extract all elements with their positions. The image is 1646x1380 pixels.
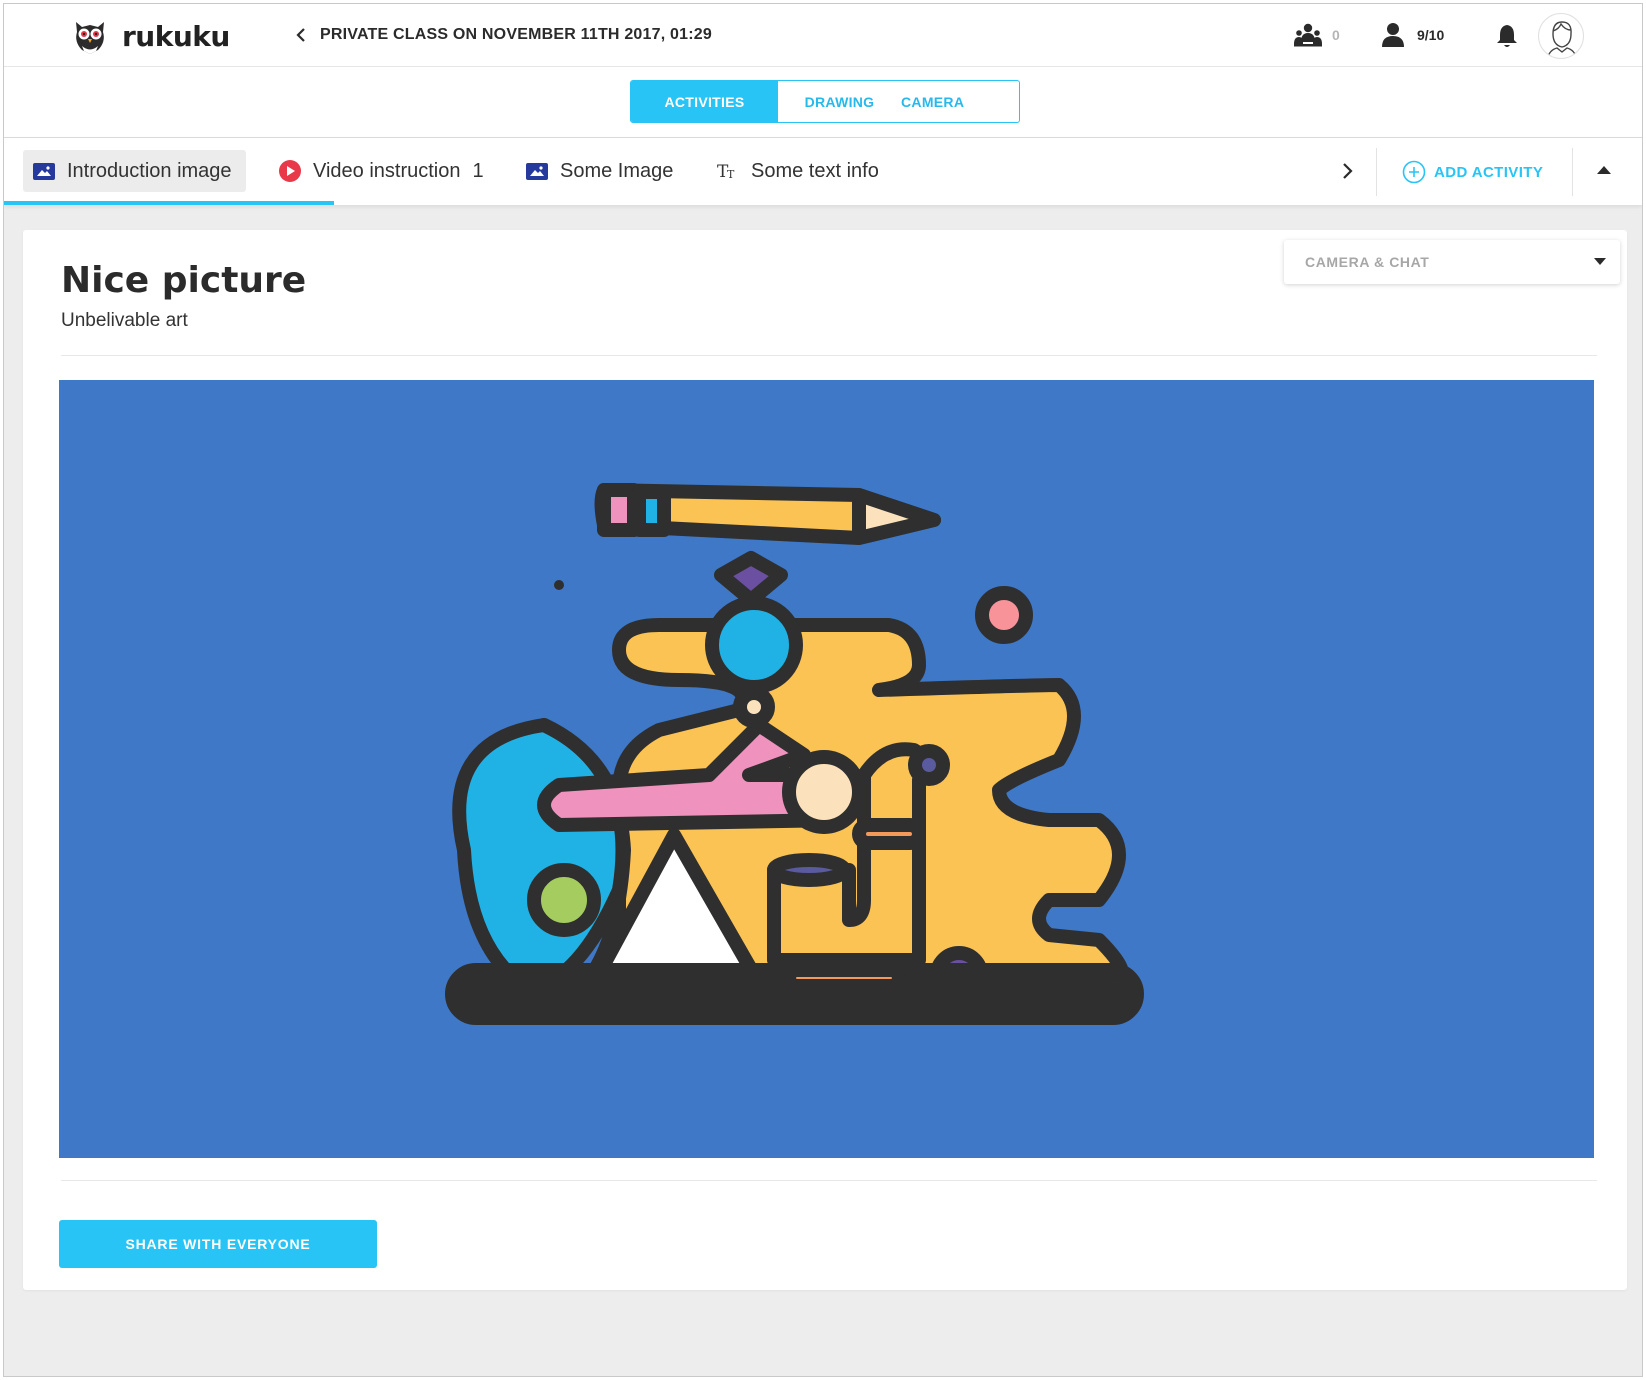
user-avatar[interactable]	[1538, 13, 1584, 59]
play-icon	[279, 160, 301, 182]
owl-logo-icon	[76, 22, 104, 54]
image-icon	[33, 162, 55, 180]
mode-bar: ACTIVITIES DRAWING CAMERA	[4, 67, 1642, 138]
activity-image	[59, 380, 1594, 1158]
svg-text:T: T	[727, 168, 735, 180]
divider	[61, 355, 1597, 356]
divider	[61, 1180, 1597, 1181]
top-bar: rukuku PRIVATE CLASS ON NOVEMBER 11TH 20…	[4, 4, 1642, 67]
add-activity-button[interactable]: ADD ACTIVITY	[1402, 160, 1543, 184]
active-activity-indicator	[4, 201, 334, 205]
art-illustration	[445, 483, 1144, 1025]
page-subtitle: Unbelivable art	[61, 310, 188, 331]
activity-count-badge: 1	[472, 159, 484, 182]
chevron-right-icon[interactable]	[1339, 160, 1357, 182]
plus-circle-icon	[1402, 160, 1426, 184]
activity-label: Some text info	[751, 159, 879, 182]
caret-up-icon[interactable]	[1594, 162, 1614, 178]
class-title: PRIVATE CLASS ON NOVEMBER 11TH 2017, 01:…	[320, 26, 712, 43]
avatar-face-icon	[1546, 21, 1578, 58]
students-counter[interactable]: 9/10	[1379, 22, 1444, 48]
activity-label: Some Image	[560, 159, 674, 182]
activity-label: Video instruction	[313, 159, 461, 182]
activity-some-image[interactable]: Some Image	[526, 150, 673, 192]
activity-bar: Introduction image Video instruction 1 S…	[4, 138, 1642, 205]
activity-some-text-info[interactable]: T T Some text info	[717, 150, 879, 192]
students-count: 9/10	[1417, 27, 1445, 43]
mode-switcher: ACTIVITIES DRAWING CAMERA	[630, 80, 1020, 123]
activity-introduction-image[interactable]: Introduction image	[23, 150, 246, 192]
view-select[interactable]: CAMERA & CHAT	[1284, 240, 1620, 284]
logo-text: rukuku	[122, 19, 230, 53]
tab-camera[interactable]: CAMERA	[901, 81, 1019, 122]
view-select-value: CAMERA & CHAT	[1305, 254, 1430, 270]
app-window: rukuku PRIVATE CLASS ON NOVEMBER 11TH 20…	[3, 3, 1643, 1377]
bell-icon[interactable]	[1495, 23, 1519, 49]
caret-down-icon	[1594, 258, 1606, 265]
add-activity-label: ADD ACTIVITY	[1434, 163, 1544, 181]
activity-video-instruction[interactable]: Video instruction 1	[279, 150, 484, 192]
share-with-everyone-button[interactable]: SHARE WITH EVERYONE	[59, 1220, 377, 1268]
back-to-classes[interactable]: PRIVATE CLASS ON NOVEMBER 11TH 2017, 01:…	[294, 26, 712, 44]
groups-count: 0	[1332, 27, 1340, 43]
divider	[1376, 148, 1377, 196]
page-title: Nice picture	[61, 260, 307, 301]
logo[interactable]: rukuku	[70, 16, 230, 56]
text-icon: T T	[717, 162, 739, 180]
image-icon	[526, 162, 548, 180]
groups-counter[interactable]: 0	[1294, 22, 1340, 48]
tab-drawing[interactable]: DRAWING	[778, 81, 901, 122]
tab-activities[interactable]: ACTIVITIES	[631, 81, 778, 122]
user-icon	[1382, 23, 1404, 47]
divider	[1572, 148, 1573, 196]
activity-label: Introduction image	[67, 159, 232, 182]
activity-card: Nice picture Unbelivable art CAMERA & CH…	[23, 230, 1627, 1290]
group-users-icon	[1294, 23, 1322, 47]
chevron-left-icon	[296, 28, 305, 42]
